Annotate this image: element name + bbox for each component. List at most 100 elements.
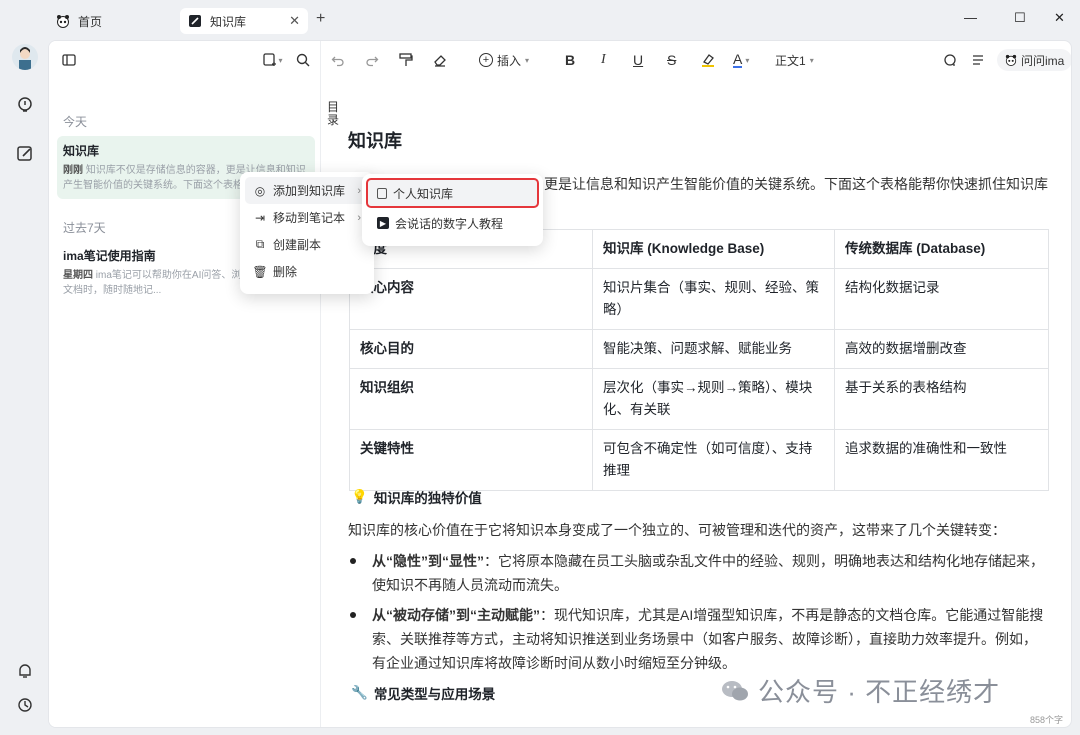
table-cell: 核心内容 [349, 268, 593, 330]
minimize-button[interactable]: — [964, 10, 977, 25]
outline-icon[interactable] [971, 49, 985, 71]
table-row: 关键特性 可包含不确定性（如可信度）、支持推理 追求数据的准确性和一致性 [349, 429, 1049, 491]
section-today: 今天 [63, 115, 88, 129]
redo-icon[interactable] [365, 49, 379, 71]
watermark: 公众号 · 不正经绣才 [720, 672, 1000, 709]
notes-sidebar: ▾ 今天 知识库 刚刚 知识库不仅是存储信息的容器，更是让信息和知识产生智能价值… [49, 41, 321, 727]
tab-knowledge[interactable]: 知识库 ✕ [180, 8, 308, 34]
refresh-icon[interactable] [943, 49, 957, 71]
knowledge-icon [188, 14, 202, 28]
new-tab-button[interactable]: + [316, 10, 325, 28]
section-heading[interactable]: 🔧 常见类型与应用场景 [351, 683, 495, 703]
bullet-bold: 从“隐性”到“显性” [372, 553, 484, 569]
text-style-value: 正文1 [775, 53, 806, 68]
wrench-icon: 🔧 [351, 685, 368, 700]
text-style-select[interactable]: 正文1 ▾ [775, 49, 814, 71]
bullet-bold: 从“被动存储”到“主动赋能” [372, 607, 540, 623]
undo-icon[interactable] [331, 49, 345, 71]
submenu-item-tutorial[interactable]: ▶ 会说话的数字人教程 [367, 209, 538, 237]
menu-item-copy[interactable]: ⧉ 创建副本 [245, 231, 369, 258]
table-cell: 高效的数据增删改查 [834, 329, 1049, 369]
bullet-item[interactable]: 从“被动存储”到“主动赋能”：现代知识库，尤其是AI增强型知识库，不再是静态的文… [348, 603, 1048, 675]
tab-home[interactable]: 首页 [48, 8, 168, 34]
trash-icon: 🗑 [252, 264, 268, 279]
toc-button[interactable]: 目录 [327, 101, 339, 127]
move-icon: ⇥ [254, 210, 266, 225]
sidebar-toggle-icon[interactable] [59, 49, 79, 71]
new-note-button[interactable]: ▾ [259, 49, 287, 71]
table-header: 知识库 (Knowledge Base) [592, 229, 835, 269]
table-cell: 基于关系的表格结构 [834, 368, 1049, 430]
close-icon[interactable]: ✕ [289, 13, 300, 29]
table-row: 核心内容 知识片集合（事实、规则、经验、策略） 结构化数据记录 [349, 268, 1049, 330]
chevron-right-icon: › [357, 184, 361, 197]
highlight-icon[interactable] [701, 49, 715, 71]
search-icon[interactable] [293, 49, 313, 71]
bullet-item[interactable]: 从“隐性”到“显性”：它将原本隐藏在员工头脑或杂乱文件中的经验、规则，明确地表达… [348, 549, 1048, 597]
clock-icon[interactable] [14, 694, 36, 716]
tab-label: 知识库 [210, 14, 247, 29]
section-heading[interactable]: 💡 知识库的独特价值 [351, 487, 482, 507]
knowledge-add-icon: ◎ [254, 183, 266, 198]
title-bar: 首页 知识库 ✕ + — ☐ ✕ [0, 0, 1080, 40]
insert-label: 插入 [497, 53, 522, 68]
italic-button[interactable]: I [601, 49, 606, 71]
tab-label: 首页 [78, 14, 103, 29]
comparison-table[interactable]: 维度 知识库 (Knowledge Base) 传统数据库 (Database)… [349, 229, 1049, 491]
section-past-7-days: 过去7天 [63, 221, 106, 235]
word-count: 858个字 [1030, 715, 1064, 725]
section-heading-text: 知识库的独特价值 [373, 491, 482, 506]
paragraph[interactable]: 知识库的核心价值在于它将知识本身变成了一个独立的、可被管理和迭代的资产，这带来了… [348, 519, 1048, 541]
bell-icon[interactable] [14, 660, 36, 682]
format-painter-icon[interactable] [399, 49, 413, 71]
submenu-item-label: 会说话的数字人教程 [395, 216, 504, 231]
note-time: 刚刚 [63, 165, 83, 176]
ask-ima-button[interactable]: 问问ima [997, 49, 1071, 71]
table-row: 知识组织 层次化（事实→规则→策略）、模块化、有关联 基于关系的表格结构 [349, 368, 1049, 430]
table-cell: 知识片集合（事实、规则、经验、策略） [592, 268, 835, 330]
table-cell: 核心目的 [349, 329, 593, 369]
table-row: 核心目的 智能决策、问题求解、赋能业务 高效的数据增删改查 [349, 329, 1049, 369]
table-cell: 可包含不确定性（如可信度）、支持推理 [592, 429, 835, 491]
editor: +插入▾ B I U S A▾ 正文1▾ 问问ima 目录 知识库 知识库不仅是… [321, 41, 1071, 727]
doc-title[interactable]: 知识库 [348, 127, 402, 153]
underline-button[interactable]: U [633, 49, 643, 71]
eraser-icon[interactable] [433, 49, 447, 71]
note-edit-icon[interactable] [14, 142, 36, 164]
menu-item-label: 添加到知识库 [273, 184, 346, 198]
note-time: 星期四 [63, 270, 93, 281]
main-panel: ▾ 今天 知识库 刚刚 知识库不仅是存储信息的容器，更是让信息和知识产生智能价值… [48, 40, 1072, 728]
book-icon [377, 187, 387, 199]
menu-item-move[interactable]: ⇥ 移动到笔记本 › [245, 204, 369, 231]
menu-item-add-to-kb[interactable]: ◎ 添加到知识库 › [245, 177, 369, 204]
table-cell: 知识组织 [349, 368, 593, 430]
section-heading-text: 常见类型与应用场景 [373, 687, 496, 702]
context-menu: ◎ 添加到知识库 › ⇥ 移动到笔记本 › ⧉ 创建副本 🗑 删除 [240, 172, 374, 294]
chevron-right-icon: › [357, 211, 361, 224]
strikethrough-button[interactable]: S [667, 49, 676, 71]
submenu-item-personal-kb[interactable]: 个人知识库 [366, 178, 539, 208]
bold-button[interactable]: B [565, 49, 575, 71]
avatar[interactable] [12, 44, 38, 70]
menu-item-label: 移动到笔记本 [273, 211, 346, 225]
font-color-button[interactable]: A ▾ [733, 49, 749, 71]
copy-icon: ⧉ [255, 237, 265, 251]
maximize-button[interactable]: ☐ [1014, 10, 1026, 26]
table-header: 传统数据库 (Database) [834, 229, 1049, 269]
lightbulb-icon: 💡 [351, 489, 368, 504]
wechat-icon [720, 678, 750, 704]
menu-item-delete[interactable]: 🗑 删除 [245, 258, 369, 285]
table-cell: 结构化数据记录 [834, 268, 1049, 330]
menu-item-label: 删除 [273, 265, 298, 279]
lightbulb-icon[interactable] [14, 94, 36, 116]
table-cell: 关键特性 [349, 429, 593, 491]
note-title: 知识库 [63, 144, 100, 158]
table-cell: 追求数据的准确性和一致性 [834, 429, 1049, 491]
ask-ima-label: 问问ima [1021, 53, 1065, 68]
close-window-button[interactable]: ✕ [1054, 10, 1065, 26]
video-kb-icon: ▶ [377, 217, 389, 229]
panda-icon [56, 14, 70, 28]
panda-icon [1005, 54, 1017, 66]
insert-button[interactable]: + 插入 ▾ [479, 49, 529, 71]
submenu-item-label: 个人知识库 [393, 186, 454, 201]
